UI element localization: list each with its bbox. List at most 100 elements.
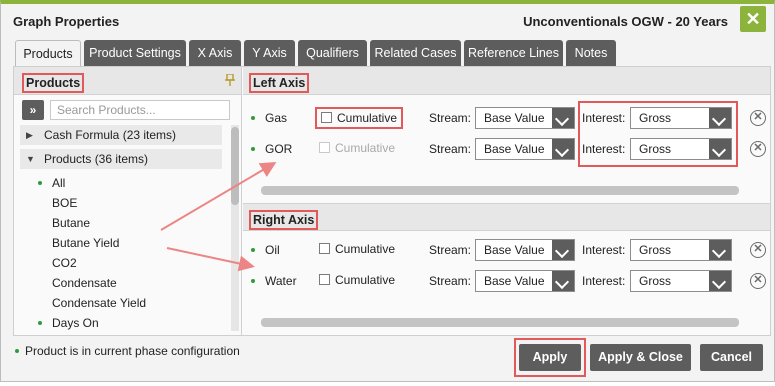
cumulative-checkbox: Cumulative	[315, 140, 399, 158]
stream-select[interactable]: Base Value	[475, 138, 575, 160]
expand-all-button[interactable]: »	[22, 100, 44, 120]
chevron-down-icon	[552, 108, 574, 128]
series-name: GOR	[265, 142, 293, 156]
right-axis-heading: Right Axis	[249, 210, 319, 230]
list-item-label: Butane	[52, 216, 91, 230]
products-heading: Products	[22, 73, 85, 93]
chevron-down-icon	[709, 240, 731, 260]
chevron-down-icon	[552, 271, 574, 291]
stream-label: Stream:	[429, 243, 472, 257]
interest-select[interactable]: Gross	[630, 270, 732, 292]
in-phase-bullet-icon	[15, 349, 19, 353]
phase-legend: Product is in current phase configuratio…	[15, 344, 240, 358]
cumulative-checkbox[interactable]: Cumulative	[315, 241, 399, 259]
interest-value: Gross	[639, 274, 672, 288]
tab-x-axis[interactable]: X Axis	[189, 40, 241, 66]
stream-label: Stream:	[429, 111, 472, 125]
list-item[interactable]: BOE	[20, 193, 222, 213]
remove-series-icon[interactable]: ✕	[750, 110, 766, 126]
graph-properties-dialog: Graph Properties Unconventionals OGW - 2…	[0, 0, 775, 382]
list-item-label: Butane Yield	[52, 236, 120, 250]
right-axis-header: Right Axis	[243, 203, 770, 231]
products-tree: ▶ Cash Formula (23 items) ▼ Products (36…	[20, 125, 222, 333]
left-axis-header: Left Axis	[243, 67, 770, 95]
caret-down-icon: ▼	[26, 154, 35, 164]
cancel-button[interactable]: Cancel	[700, 344, 763, 371]
series-row-water: Water Cumulative Stream: Base Value Inte…	[243, 268, 770, 294]
list-item-label: Condensate Yield	[52, 296, 147, 310]
list-item[interactable]: Butane Yield	[20, 233, 222, 253]
list-item[interactable]: All	[20, 173, 222, 193]
list-item[interactable]: CO2	[20, 253, 222, 273]
apply-button[interactable]: Apply	[519, 344, 581, 371]
cumulative-label: Cumulative	[335, 242, 396, 256]
products-panel: Products » ▶ Cash Formula (23 items) ▼ P…	[14, 67, 242, 335]
list-item[interactable]: Butane	[20, 213, 222, 233]
in-phase-bullet-icon	[38, 181, 42, 185]
cumulative-checkbox[interactable]: Cumulative	[315, 272, 399, 290]
close-icon[interactable]: ✕	[740, 6, 766, 32]
checkbox-icon	[319, 243, 330, 254]
tree-group-products[interactable]: ▼ Products (36 items)	[20, 149, 222, 169]
stream-value: Base Value	[484, 142, 545, 156]
in-phase-bullet-icon	[251, 279, 255, 283]
checkbox-icon	[319, 274, 330, 285]
tree-group-label: Products (36 items)	[44, 152, 149, 166]
chevron-down-icon	[552, 240, 574, 260]
stream-select[interactable]: Base Value	[475, 270, 575, 292]
tab-y-axis[interactable]: Y Axis	[244, 40, 295, 66]
remove-series-icon[interactable]: ✕	[750, 141, 766, 157]
remove-series-icon[interactable]: ✕	[750, 273, 766, 289]
title-bar: Graph Properties Unconventionals OGW - 2…	[1, 4, 774, 38]
tab-notes[interactable]: Notes	[566, 40, 616, 66]
case-name: Unconventionals OGW - 20 Years	[523, 14, 728, 29]
checkbox-icon	[319, 142, 330, 153]
left-axis-scrollbar[interactable]	[261, 186, 739, 195]
series-name: Water	[265, 274, 297, 288]
tree-group-label: Cash Formula (23 items)	[44, 128, 177, 142]
list-item-label: Days On	[52, 316, 99, 330]
list-item-label: Condensate	[52, 276, 117, 290]
products-header: Products	[14, 67, 241, 95]
in-phase-bullet-icon	[38, 321, 42, 325]
stream-select[interactable]: Base Value	[475, 239, 575, 261]
tab-product-settings[interactable]: Product Settings	[84, 40, 186, 66]
dialog-title: Graph Properties	[13, 14, 120, 29]
stream-value: Base Value	[484, 243, 545, 257]
interest-select[interactable]: Gross	[630, 239, 732, 261]
interest-value: Gross	[639, 243, 672, 257]
tree-group-cash-formula[interactable]: ▶ Cash Formula (23 items)	[20, 125, 222, 145]
remove-series-icon[interactable]: ✕	[750, 242, 766, 258]
list-item-label: All	[52, 176, 66, 190]
interest-highlight	[578, 101, 738, 167]
stream-label: Stream:	[429, 142, 472, 156]
series-name: Oil	[265, 243, 280, 257]
axes-panel: Left Axis Gas Cumulative Stream: Base Va…	[243, 67, 770, 335]
in-phase-bullet-icon	[251, 248, 255, 252]
search-products-input[interactable]	[50, 100, 230, 120]
stream-label: Stream:	[429, 274, 472, 288]
in-phase-bullet-icon	[251, 116, 255, 120]
pin-icon[interactable]	[225, 74, 235, 86]
stream-value: Base Value	[484, 274, 545, 288]
tab-related-cases[interactable]: Related Cases	[370, 40, 461, 66]
tab-reference-lines[interactable]: Reference Lines	[464, 40, 563, 66]
in-phase-bullet-icon	[251, 147, 255, 151]
scrollbar-thumb[interactable]	[231, 127, 239, 205]
right-axis-scrollbar[interactable]	[261, 318, 739, 327]
list-item-label: CO2	[52, 256, 77, 270]
cumulative-label: Cumulative	[337, 111, 398, 125]
chevron-down-icon	[709, 271, 731, 291]
cumulative-checkbox[interactable]: Cumulative	[315, 107, 404, 129]
list-item[interactable]: Condensate Yield	[20, 293, 222, 313]
stream-select[interactable]: Base Value	[475, 107, 575, 129]
list-item[interactable]: Days On	[20, 313, 222, 333]
interest-label: Interest:	[582, 243, 626, 257]
list-item[interactable]: Condensate	[20, 273, 222, 293]
products-scrollbar[interactable]	[231, 125, 239, 331]
apply-close-button[interactable]: Apply & Close	[590, 344, 691, 371]
series-name: Gas	[265, 111, 288, 125]
tab-products[interactable]: Products	[15, 40, 81, 67]
tab-qualifiers[interactable]: Qualifiers	[298, 40, 367, 66]
checkbox-icon	[321, 112, 332, 123]
